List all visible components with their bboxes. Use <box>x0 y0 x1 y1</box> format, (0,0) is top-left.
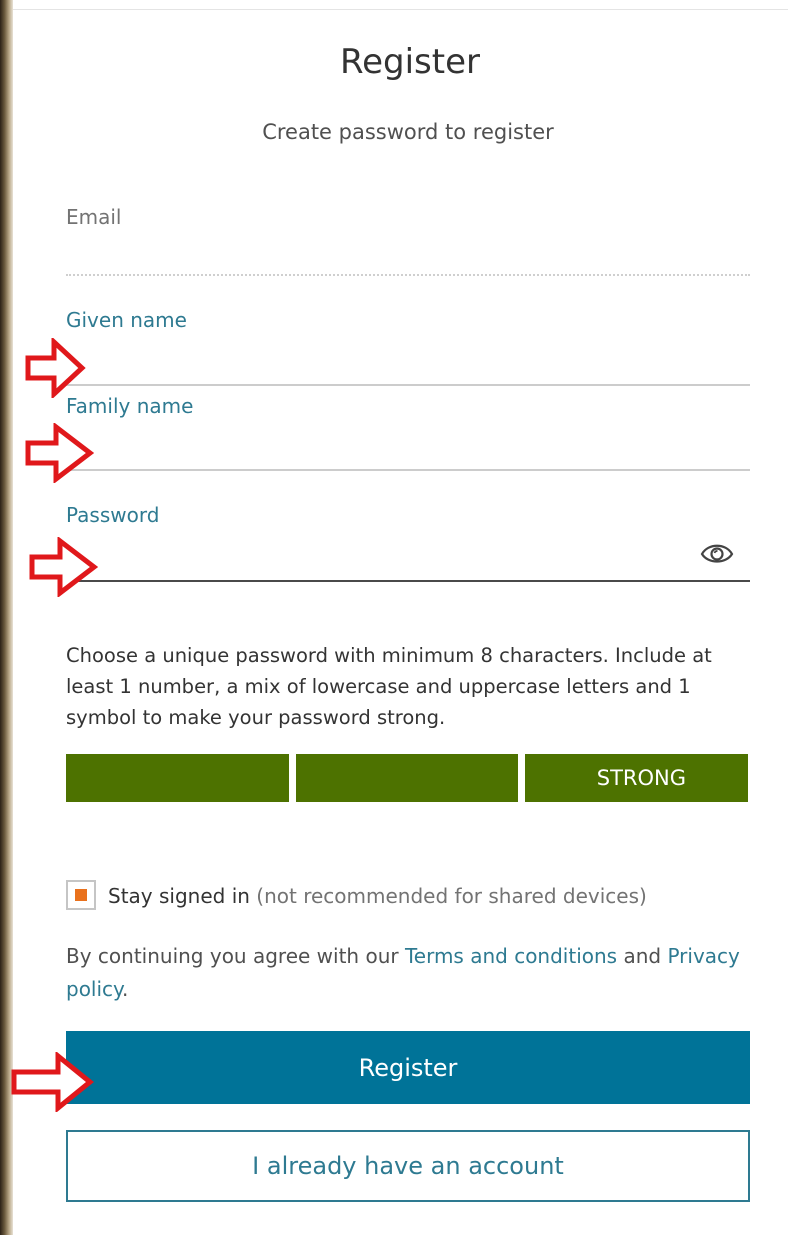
given-name-field[interactable] <box>66 346 750 380</box>
top-divider <box>13 9 788 10</box>
arrow-right-outline-icon <box>10 1050 94 1114</box>
given-name-underline <box>66 384 750 386</box>
stay-signed-in-label[interactable]: Stay signed in <box>108 884 250 908</box>
stay-signed-in-text: Stay signed in (not recommended for shar… <box>108 880 647 912</box>
strength-segment-2 <box>296 754 518 802</box>
password-field[interactable] <box>66 542 686 576</box>
strength-label: STRONG <box>596 766 686 790</box>
terms-prefix: By continuing you agree with our <box>66 944 399 968</box>
password-hint: Choose a unique password with minimum 8 … <box>66 644 712 729</box>
email-underline <box>66 274 750 276</box>
arrow-right-outline-icon <box>24 421 95 485</box>
strength-segment-1 <box>66 754 289 802</box>
strength-segment-3: STRONG <box>525 754 748 802</box>
password-label: Password <box>66 503 160 527</box>
arrow-right-outline-icon <box>24 336 94 400</box>
stay-signed-in-checkbox[interactable] <box>66 880 96 910</box>
terms-conjunction: and <box>623 944 662 968</box>
terms-text: By continuing you agree with our Terms a… <box>66 940 756 1006</box>
password-underline <box>66 580 750 582</box>
background-edge <box>0 0 13 1235</box>
terms-suffix: . <box>122 977 129 1001</box>
register-button[interactable]: Register <box>66 1031 750 1104</box>
checkbox-checked-mark <box>75 889 87 901</box>
eye-icon[interactable] <box>700 538 734 568</box>
stay-signed-in-note: (not recommended for shared devices) <box>256 884 647 908</box>
already-have-account-button[interactable]: I already have an account <box>66 1130 750 1202</box>
arrow-right-outline-icon <box>28 535 99 599</box>
page-title: Register <box>340 42 480 82</box>
given-name-label: Given name <box>66 308 187 332</box>
page-subtitle: Create password to register <box>262 120 554 144</box>
terms-link[interactable]: Terms and conditions <box>405 944 617 968</box>
family-name-underline <box>66 469 750 471</box>
email-field[interactable] <box>66 238 750 272</box>
register-page: Register Create password to register Ema… <box>0 0 788 1235</box>
email-label: Email <box>66 205 122 229</box>
family-name-field[interactable] <box>66 432 750 466</box>
